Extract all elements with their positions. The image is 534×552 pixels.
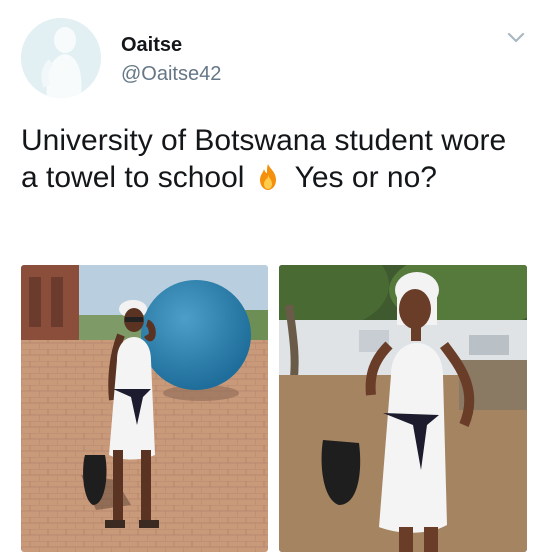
tweet-card: Oaitse @Oaitse42 University of Botswana … bbox=[0, 0, 534, 552]
tweet-text-tail: Yes or no? bbox=[294, 161, 437, 194]
fire-icon bbox=[259, 164, 276, 190]
photo-right[interactable] bbox=[279, 265, 527, 552]
avatar[interactable] bbox=[21, 18, 101, 98]
user-name[interactable]: Oaitse bbox=[121, 34, 182, 57]
avatar-image bbox=[21, 18, 101, 98]
tweet-text: University of Botswana student wore a to… bbox=[21, 122, 521, 196]
chevron-down-icon[interactable] bbox=[505, 30, 527, 46]
user-handle[interactable]: @Oaitse42 bbox=[121, 63, 221, 86]
photo-left[interactable] bbox=[21, 265, 268, 552]
